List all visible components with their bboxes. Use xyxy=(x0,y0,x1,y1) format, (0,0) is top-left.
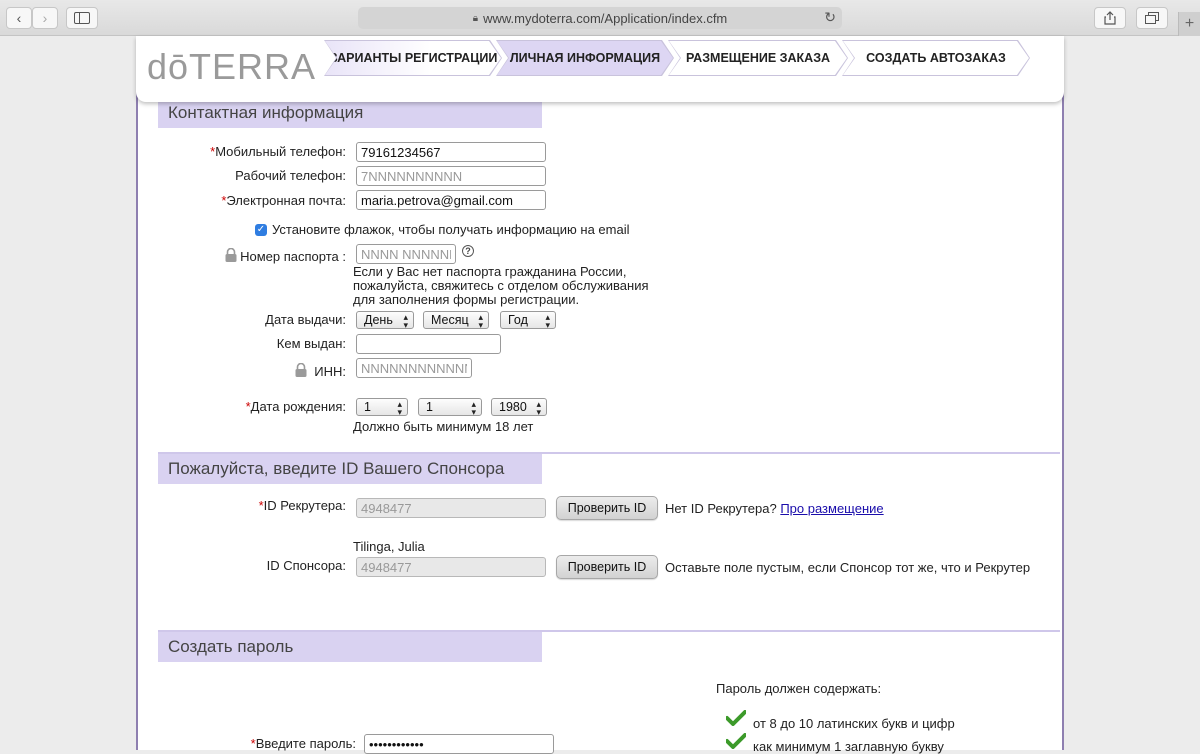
section-title: Пожалуйста, введите ID Вашего Спонсора xyxy=(168,459,505,478)
no-recruiter-id-text: Нет ID Рекрутера? Про размещение xyxy=(665,501,884,516)
dob-month-select[interactable]: 1 ▴ ▾ xyxy=(418,398,482,417)
reload-icon[interactable]: ↻ xyxy=(824,9,836,26)
new-tab-button[interactable]: + xyxy=(1178,12,1200,36)
work-phone-input[interactable] xyxy=(356,166,546,186)
tabs-button[interactable] xyxy=(1136,7,1168,29)
check-recruiter-id-button[interactable]: Проверить ID xyxy=(556,496,658,520)
inn-label: ИНН: xyxy=(314,364,346,379)
recruiter-id-input[interactable] xyxy=(356,498,546,518)
sponsor-id-label: ID Спонсора: xyxy=(266,558,346,573)
sponsor-name: Tilinga, Julia xyxy=(353,539,425,554)
password-input[interactable] xyxy=(364,734,554,754)
sidebar-icon xyxy=(74,12,90,24)
select-arrows-icon: ▴ ▾ xyxy=(545,312,550,330)
sidebar-toggle-button[interactable] xyxy=(66,7,98,29)
chevron-right-icon: › xyxy=(42,10,48,26)
sponsor-id-input[interactable] xyxy=(356,557,546,577)
padlock-icon xyxy=(295,363,307,377)
share-button[interactable] xyxy=(1094,7,1126,29)
section-divider xyxy=(158,452,1060,454)
dob-day-select[interactable]: 1 ▴ ▾ xyxy=(356,398,408,417)
passport-label: Номер паспорта : xyxy=(240,249,346,264)
issue-year-select[interactable]: Год ▴ ▾ xyxy=(500,311,556,330)
help-icon[interactable]: ? xyxy=(462,245,474,257)
back-button[interactable]: ‹ xyxy=(6,7,32,29)
padlock-icon xyxy=(225,248,237,262)
section-contact-header: Контактная информация xyxy=(158,98,542,128)
password-rules-title: Пароль должен содержать: xyxy=(716,681,882,696)
step-create-autoorder[interactable]: СОЗДАТЬ АВТОЗАКАЗ xyxy=(842,40,1030,76)
select-arrows-icon: ▴ ▾ xyxy=(471,399,476,417)
select-arrows-icon: ▴ ▾ xyxy=(536,399,541,417)
share-icon xyxy=(1104,11,1116,25)
green-check-icon xyxy=(726,733,746,749)
select-arrows-icon: ▴ ▾ xyxy=(397,399,402,417)
address-bar[interactable]: 🔒︎ www.mydoterra.com/Application/index.c… xyxy=(358,7,842,29)
lock-icon: 🔒︎ xyxy=(472,12,479,24)
section-password-header: Создать пароль xyxy=(158,632,542,662)
section-sponsor-header: Пожалуйста, введите ID Вашего Спонсора xyxy=(158,454,542,484)
section-title: Создать пароль xyxy=(168,637,294,656)
password-rule: от 8 до 10 латинских букв и цифр xyxy=(753,716,955,731)
sponsor-hint: Оставьте поле пустым, если Спонсор тот ж… xyxy=(665,560,1031,575)
page-content: Контактная информация *Мобильный телефон… xyxy=(136,36,1064,754)
chevron-left-icon: ‹ xyxy=(16,10,22,26)
step-personal-info[interactable]: ЛИЧНАЯ ИНФОРМАЦИЯ xyxy=(496,40,674,76)
green-check-icon xyxy=(726,710,746,726)
step-registration-options[interactable]: ВАРИАНТЫ РЕГИСТРАЦИИ xyxy=(324,40,502,76)
tabs-icon xyxy=(1145,12,1159,24)
passport-input[interactable] xyxy=(356,244,456,264)
email-opt-in-label: Установите флажок, чтобы получать информ… xyxy=(272,222,630,237)
dob-label: *Дата рождения: xyxy=(245,399,346,414)
issue-date-label: Дата выдачи: xyxy=(265,312,346,327)
recruiter-id-label: *ID Рекрутера: xyxy=(258,498,346,513)
section-title: Контактная информация xyxy=(168,103,364,122)
select-arrows-icon: ▴ ▾ xyxy=(478,312,483,330)
issued-by-input[interactable] xyxy=(356,334,501,354)
doterra-logo: dōTERRA xyxy=(147,46,317,87)
email-input[interactable] xyxy=(356,190,546,210)
section-divider xyxy=(158,630,1060,632)
browser-toolbar: ‹ › 🔒︎ www.mydoterra.com/Application/ind… xyxy=(0,0,1200,36)
forward-button[interactable]: › xyxy=(32,7,58,29)
issue-day-select[interactable]: День ▴ ▾ xyxy=(356,311,414,330)
check-sponsor-id-button[interactable]: Проверить ID xyxy=(556,555,658,579)
url-text: www.mydoterra.com/Application/index.cfm xyxy=(483,10,728,26)
dob-note: Должно быть минимум 18 лет xyxy=(353,419,534,434)
mobile-label: *Мобильный телефон: xyxy=(210,144,346,159)
header: dōTERRA ВАРИАНТЫ РЕГИСТРАЦИИ ЛИЧНАЯ ИНФО… xyxy=(136,36,1064,102)
issued-by-label: Кем выдан: xyxy=(276,336,346,351)
email-opt-in-checkbox[interactable]: ✓ xyxy=(255,224,267,236)
select-arrows-icon: ▴ ▾ xyxy=(403,312,408,330)
about-enrollment-link[interactable]: Про размещение xyxy=(780,501,883,516)
password-label: *Введите пароль: xyxy=(250,736,356,751)
email-label: *Электронная почта: xyxy=(221,193,346,208)
password-rule: как минимум 1 заглавную букву xyxy=(753,739,944,754)
inn-input[interactable] xyxy=(356,358,472,378)
plus-icon: + xyxy=(1184,15,1195,32)
work-phone-label: Рабочий телефон: xyxy=(235,168,346,183)
passport-help-text: Если у Вас нет паспорта гражданина Росси… xyxy=(353,264,649,307)
dob-year-select[interactable]: 1980 ▴ ▾ xyxy=(491,398,547,417)
step-place-order[interactable]: РАЗМЕЩЕНИЕ ЗАКАЗА xyxy=(668,40,848,76)
checkmark-icon: ✓ xyxy=(256,224,266,235)
issue-month-select[interactable]: Месяц ▴ ▾ xyxy=(423,311,489,330)
mobile-phone-input[interactable] xyxy=(356,142,546,162)
